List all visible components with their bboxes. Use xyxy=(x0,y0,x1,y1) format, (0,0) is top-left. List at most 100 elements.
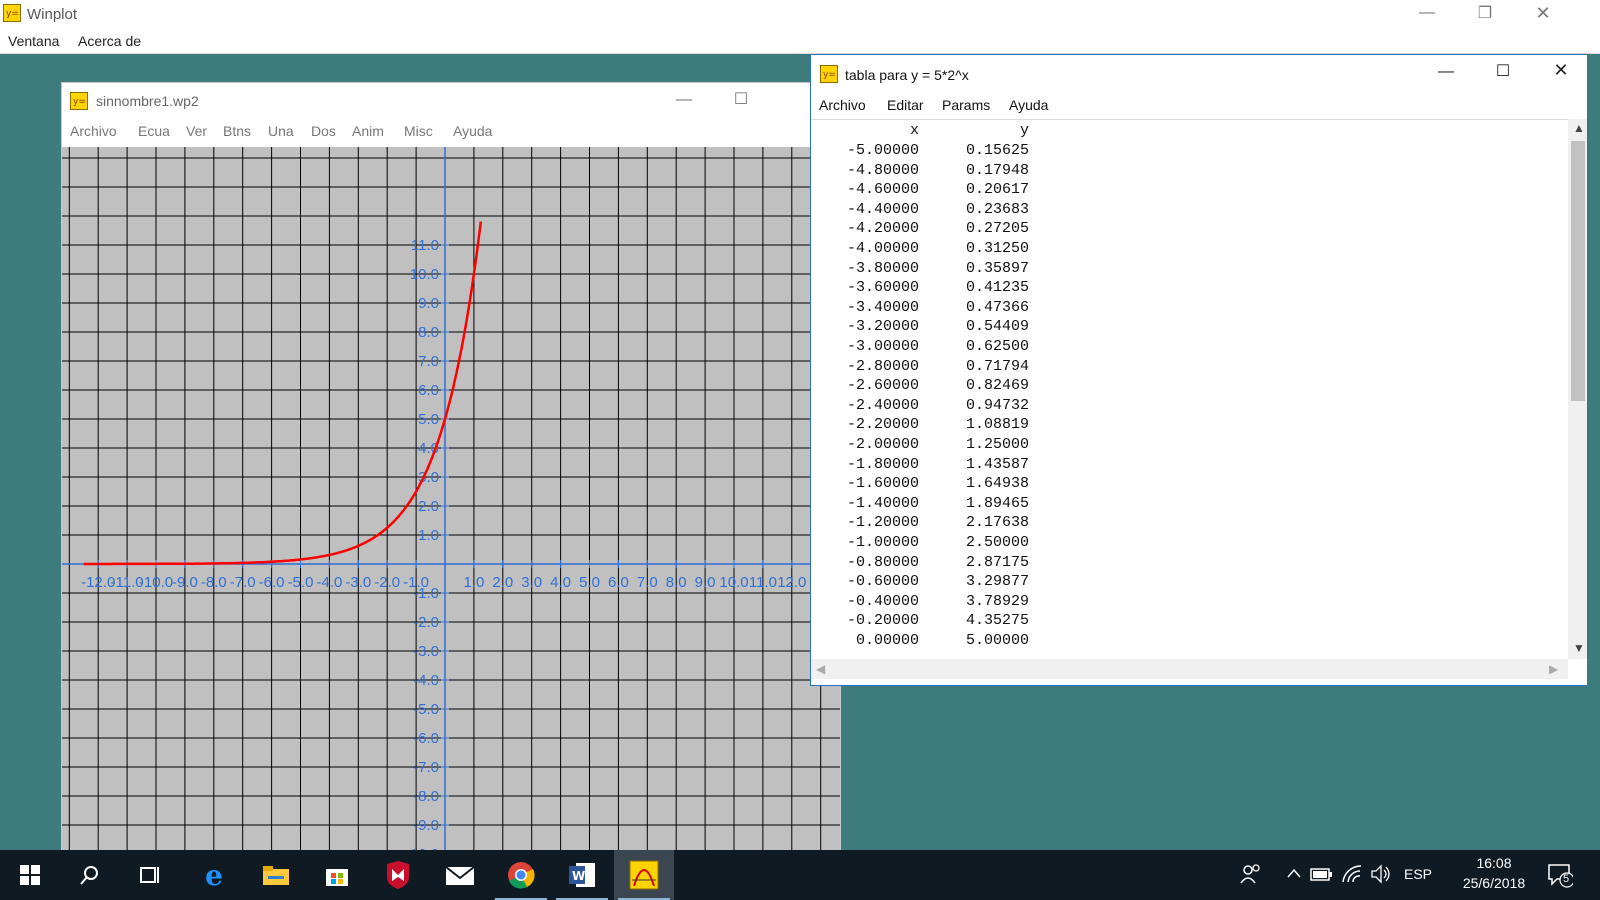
y-tick-label: -7.0 xyxy=(413,759,439,776)
table-row: -3.20000 0.54409 xyxy=(811,318,1041,338)
table-close-button[interactable]: ✕ xyxy=(1538,60,1584,81)
table-cell-x: -0.20000 xyxy=(846,612,919,630)
table-menu-archivo[interactable]: Archivo xyxy=(819,97,866,113)
wifi-icon[interactable] xyxy=(1341,864,1363,887)
menu-anim[interactable]: Anim xyxy=(352,123,384,139)
menu-ecua[interactable]: Ecua xyxy=(138,123,170,139)
clock[interactable]: 16:08 25/6/2018 xyxy=(1454,855,1534,891)
x-tick-label: -9.0 xyxy=(172,574,198,591)
mail-icon[interactable] xyxy=(430,850,490,900)
menu-btns[interactable]: Btns xyxy=(223,123,251,139)
people-icon[interactable] xyxy=(1240,863,1262,888)
table-cell-y: 3.29877 xyxy=(965,573,1029,591)
word-icon[interactable]: W xyxy=(552,850,612,900)
scroll-left-icon[interactable]: ◀ xyxy=(816,662,825,676)
plot-menubar: Archivo Ecua Ver Btns Una Dos Anim Misc … xyxy=(62,120,840,142)
x-tick-label: -8.0 xyxy=(201,574,227,591)
menu-ventana[interactable]: Ventana xyxy=(8,33,59,49)
table-row: -4.60000 0.20617 xyxy=(811,181,1041,201)
close-button[interactable]: ✕ xyxy=(1520,3,1566,24)
mcafee-icon[interactable] xyxy=(368,850,428,900)
minimize-button[interactable]: — xyxy=(1404,4,1450,22)
table-cell-x: -1.00000 xyxy=(846,534,919,551)
svg-text:y=: y= xyxy=(6,9,19,19)
table-minimize-button[interactable]: — xyxy=(1423,63,1469,81)
table-cell-y: 0.62500 xyxy=(965,338,1029,355)
menu-archivo[interactable]: Archivo xyxy=(70,123,117,139)
chrome-icon[interactable] xyxy=(491,850,551,900)
plot-area[interactable]: -12.0 -11.0 -10.0 -9.0 -8.0 -7.0 -6.0 -5.0 -4.0-… xyxy=(62,147,841,852)
plot-maximize-button[interactable]: ☐ xyxy=(718,89,764,109)
plot-svg[interactable]: -12.0-11.0-10.0-9.0 -8.0 -7.0 -6.0 -5.0 -4.0-… xyxy=(62,147,841,852)
table-row: -3.00000 0.62500 xyxy=(811,338,1041,358)
table-row: -2.60000 0.82469 xyxy=(811,377,1041,397)
file-explorer-icon[interactable] xyxy=(246,850,306,900)
table-menu-params[interactable]: Params xyxy=(942,97,990,113)
table-header-x: x xyxy=(909,122,919,139)
x-tick-label: 7.0 xyxy=(637,574,658,591)
table-cell-x: -2.40000 xyxy=(846,396,919,414)
table-menu-ayuda[interactable]: Ayuda xyxy=(1009,97,1048,113)
table-cell-y: 0.35897 xyxy=(965,259,1029,277)
y-tick-label: 1.0 xyxy=(418,527,439,544)
y-tick-label: 5.0 xyxy=(418,411,439,428)
language-indicator[interactable]: ESP xyxy=(1404,866,1432,882)
table-maximize-button[interactable]: ☐ xyxy=(1480,61,1526,81)
x-tick-label: -4.0 xyxy=(316,574,342,591)
notifications-icon[interactable]: 5 xyxy=(1547,862,1575,891)
task-view-icon[interactable] xyxy=(120,850,180,900)
table-cell-x: -1.20000 xyxy=(846,514,919,532)
winplot-icon[interactable] xyxy=(614,850,674,900)
battery-icon[interactable] xyxy=(1310,865,1334,886)
table-header-row: x y xyxy=(811,122,1041,142)
table-row: -3.80000 0.35897 xyxy=(811,260,1041,280)
table-row: -3.40000 0.47366 xyxy=(811,299,1041,319)
vertical-scrollbar[interactable]: ▲ ▼ xyxy=(1568,119,1587,659)
y-tick-label: 10.0 xyxy=(410,266,439,283)
table-row: -4.80000 0.17948 xyxy=(811,162,1041,182)
scrollbar-thumb[interactable] xyxy=(1571,141,1585,401)
x-tick-label: -3.0 xyxy=(345,574,371,591)
menu-ayuda[interactable]: Ayuda xyxy=(453,123,492,139)
plot-window-title: sinnombre1.wp2 xyxy=(96,93,199,109)
x-tick-label: 12.0 xyxy=(777,574,806,591)
table-cell-y: 0.27205 xyxy=(965,220,1029,238)
search-icon[interactable] xyxy=(60,850,120,900)
app-menubar: Ventana Acerca de xyxy=(0,30,1600,54)
menu-acerca-de[interactable]: Acerca de xyxy=(78,33,141,49)
table-cell-x: -1.80000 xyxy=(846,455,919,473)
table-cell-x: -4.80000 xyxy=(846,161,919,179)
plot-minimize-button[interactable]: — xyxy=(661,91,707,109)
table-cell-x: -4.00000 xyxy=(846,240,919,257)
store-icon[interactable] xyxy=(307,850,367,900)
horizontal-scrollbar[interactable]: ◀ ▶ xyxy=(811,659,1568,679)
menu-dos[interactable]: Dos xyxy=(311,123,336,139)
x-tick-label: -7.0 xyxy=(230,574,256,591)
table-row: -4.20000 0.27205 xyxy=(811,220,1041,240)
table-cell-x: -3.00000 xyxy=(846,338,919,355)
restore-button[interactable]: ❐ xyxy=(1462,3,1508,23)
show-hidden-icons-icon[interactable] xyxy=(1286,863,1302,888)
table-cell-x: -5.00000 xyxy=(846,142,919,159)
menu-una[interactable]: Una xyxy=(268,123,294,139)
scroll-right-icon[interactable]: ▶ xyxy=(1549,662,1558,676)
edge-icon[interactable]: e xyxy=(184,850,244,900)
table-cell-x: -2.60000 xyxy=(846,377,919,395)
table-cell-y: 3.78929 xyxy=(965,592,1029,610)
windows-start-icon[interactable] xyxy=(0,850,60,900)
table-cell-x: -3.40000 xyxy=(846,298,919,316)
volume-icon[interactable] xyxy=(1370,864,1392,887)
scroll-down-icon[interactable]: ▼ xyxy=(1573,641,1585,655)
table-row: -0.20000 4.35275 xyxy=(811,612,1041,632)
table-cell-y: 1.89465 xyxy=(965,494,1029,512)
table-cell-x: -2.80000 xyxy=(846,357,919,375)
menu-misc[interactable]: Misc xyxy=(404,123,433,139)
table-row: -5.00000 0.15625 xyxy=(811,142,1041,162)
x-tick-label: 10.0 xyxy=(719,574,748,591)
scroll-up-icon[interactable]: ▲ xyxy=(1573,121,1585,135)
table-cell-y: 1.08819 xyxy=(965,416,1029,434)
menu-ver[interactable]: Ver xyxy=(186,123,207,139)
table-cell-x: -1.60000 xyxy=(846,475,919,493)
app-title: Winplot xyxy=(27,6,78,23)
table-menu-editar[interactable]: Editar xyxy=(887,97,924,113)
